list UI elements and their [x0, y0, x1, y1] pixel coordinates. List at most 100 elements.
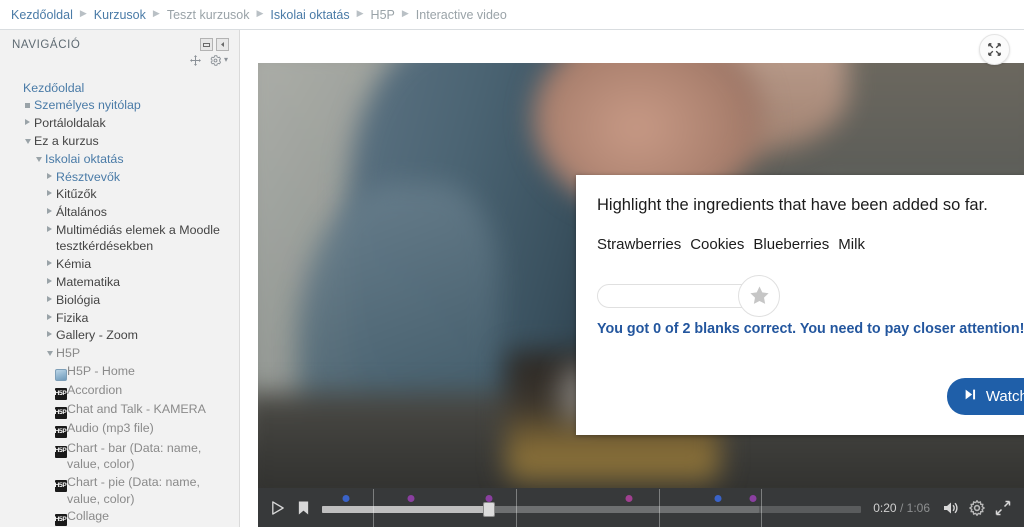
- chevron-right-icon[interactable]: [21, 115, 34, 126]
- nav-item-label: Fizika: [56, 310, 89, 325]
- navigation-sidebar: NAVIGÁCIÓ ▾ Kezdőoldal Személyes nyitólap…: [0, 30, 240, 527]
- total-time: 1:06: [906, 500, 930, 515]
- expand-icon[interactable]: [979, 34, 1010, 65]
- timeline-divider-3: [761, 488, 763, 527]
- fullscreen-button[interactable]: [990, 495, 1016, 521]
- timeline-marker-2[interactable]: [485, 494, 493, 502]
- move-block-icon[interactable]: [189, 55, 201, 69]
- watch-intro-again-button[interactable]: Watch intro again: [946, 378, 1024, 415]
- chevron-right-icon[interactable]: [43, 327, 56, 338]
- highlight-word-0[interactable]: Strawberries: [597, 236, 681, 253]
- watch-intro-again-label: Watch intro again: [985, 388, 1024, 405]
- nav-item-8[interactable]: Multimédiás elemek a Moodle tesztkérdése…: [0, 221, 239, 255]
- chevron-right-icon[interactable]: [43, 222, 56, 232]
- breadcrumb-separator: ▶: [79, 8, 87, 18]
- timeline-marker-0[interactable]: [342, 494, 350, 502]
- volume-button[interactable]: [938, 495, 964, 521]
- timeline-marker-1[interactable]: [407, 494, 415, 502]
- h5p-content-icon: H5P: [54, 420, 67, 439]
- chevron-right-icon[interactable]: [43, 169, 56, 179]
- breadcrumb-item-school-education[interactable]: Iskolai oktatás: [270, 8, 349, 22]
- nav-item-label: Résztvevők: [56, 169, 121, 184]
- nav-item-3[interactable]: Ez a kurzus: [0, 132, 239, 150]
- chevron-down-icon[interactable]: [21, 133, 34, 144]
- chevron-right-icon[interactable]: [43, 292, 56, 302]
- time-display: 0:20 / 1:06: [869, 501, 938, 515]
- nav-item-16[interactable]: H5P Accordion: [0, 382, 239, 401]
- main-content: Highlight the ingredients that have been…: [240, 30, 1024, 527]
- navigation-tools: ▾: [0, 51, 239, 75]
- highlight-word-2[interactable]: Blueberries: [753, 236, 829, 253]
- nav-item-21[interactable]: H5P Collage: [0, 508, 239, 527]
- skip-icon: [964, 388, 977, 405]
- chevron-down-icon[interactable]: ▾: [224, 55, 228, 69]
- nav-item-label: Személyes nyitólap: [34, 98, 141, 113]
- navigation-header-icons: [200, 38, 229, 51]
- nav-item-11[interactable]: Biológia: [0, 291, 239, 309]
- nav-item-14[interactable]: H5P: [0, 345, 239, 363]
- nav-item-13[interactable]: Gallery - Zoom: [0, 327, 239, 345]
- feedback-message: You got 0 of 2 blanks correct. You need …: [597, 320, 1024, 337]
- nav-item-12[interactable]: Fizika: [0, 309, 239, 327]
- nav-item-6[interactable]: Kitűzők: [0, 186, 239, 204]
- nav-item-label: Portáloldalak: [34, 116, 106, 131]
- timeline-divider-0: [373, 488, 375, 527]
- chevron-right-icon[interactable]: [43, 310, 56, 320]
- collapse-block-icon[interactable]: [200, 38, 213, 51]
- nav-item-label: Általános: [56, 205, 107, 220]
- score-progress: [597, 274, 782, 317]
- nav-item-label: Gallery - Zoom: [56, 328, 138, 343]
- timeline-marker-3[interactable]: [625, 494, 633, 502]
- nav-item-20[interactable]: H5P Chart - pie (Data: name, value, color…: [0, 473, 239, 507]
- nav-item-0[interactable]: Kezdőoldal: [0, 79, 239, 97]
- play-button[interactable]: [264, 495, 290, 521]
- chevron-right-icon[interactable]: [43, 274, 56, 284]
- nav-item-1[interactable]: Személyes nyitólap: [0, 97, 239, 115]
- bookmark-button[interactable]: [290, 495, 316, 521]
- breadcrumb-item-test-courses: Teszt kurzusok: [166, 7, 250, 22]
- timeline-divider-1: [516, 488, 518, 527]
- nav-item-label: Iskolai oktatás: [45, 151, 124, 166]
- nav-item-19[interactable]: H5P Chart - bar (Data: name, value, color…: [0, 439, 239, 473]
- nav-item-4[interactable]: Iskolai oktatás: [0, 150, 239, 168]
- timeline-marker-4[interactable]: [714, 494, 722, 502]
- nav-item-label: Matematika: [56, 275, 121, 289]
- highlight-word-3[interactable]: Milk: [838, 236, 865, 253]
- breadcrumb-item-home[interactable]: Kezdőoldal: [11, 8, 73, 22]
- nav-item-10[interactable]: Matematika: [0, 273, 239, 291]
- nav-item-18[interactable]: H5P Audio (mp3 file): [0, 420, 239, 439]
- chevron-right-icon[interactable]: [43, 256, 56, 267]
- time-separator: /: [899, 500, 904, 515]
- nav-item-label: Audio (mp3 file): [67, 421, 154, 436]
- highlight-word-1[interactable]: Cookies: [690, 236, 744, 253]
- chevron-right-icon[interactable]: [43, 186, 56, 197]
- timeline-handle[interactable]: [483, 501, 496, 517]
- nav-item-5[interactable]: Résztvevők: [0, 168, 239, 186]
- settings-gear-button[interactable]: [964, 495, 990, 521]
- nav-item-label: Kitűzők: [56, 187, 97, 202]
- breadcrumb-separator: ▶: [152, 8, 160, 18]
- h5p-content-icon: H5P: [54, 508, 67, 527]
- chevron-down-icon[interactable]: [32, 151, 45, 162]
- video-timeline[interactable]: [322, 488, 862, 527]
- nav-item-label: Accordion: [67, 383, 123, 398]
- chevron-right-icon[interactable]: [43, 204, 56, 215]
- breadcrumb-item-courses[interactable]: Kurzusok: [94, 8, 146, 22]
- breadcrumb: Kezdőoldal ▶ Kurzusok ▶ Teszt kurzusok ▶…: [0, 0, 1024, 30]
- nav-item-15[interactable]: H5P - Home: [0, 362, 239, 381]
- chevron-down-icon[interactable]: [43, 345, 56, 357]
- h5p-content-icon: H5P: [54, 474, 67, 493]
- nav-item-7[interactable]: Általános: [0, 203, 239, 221]
- nav-item-label: H5P: [56, 346, 81, 361]
- nav-item-17[interactable]: H5P Chat and Talk - KAMERA: [0, 401, 239, 420]
- gear-icon[interactable]: [210, 55, 222, 69]
- nav-item-2[interactable]: Portáloldalak: [0, 115, 239, 133]
- dock-block-icon[interactable]: [216, 38, 229, 51]
- timeline-marker-5[interactable]: [749, 494, 757, 502]
- nav-item-9[interactable]: Kémia: [0, 256, 239, 274]
- h5p-content-icon: H5P: [54, 401, 67, 420]
- home-page-icon: [54, 363, 67, 381]
- nav-item-label: Biológia: [56, 292, 101, 307]
- nav-item-label: H5P - Home: [67, 363, 135, 378]
- nav-item-label: Multimédiás elemek a Moodle tesztkérdése…: [56, 222, 220, 254]
